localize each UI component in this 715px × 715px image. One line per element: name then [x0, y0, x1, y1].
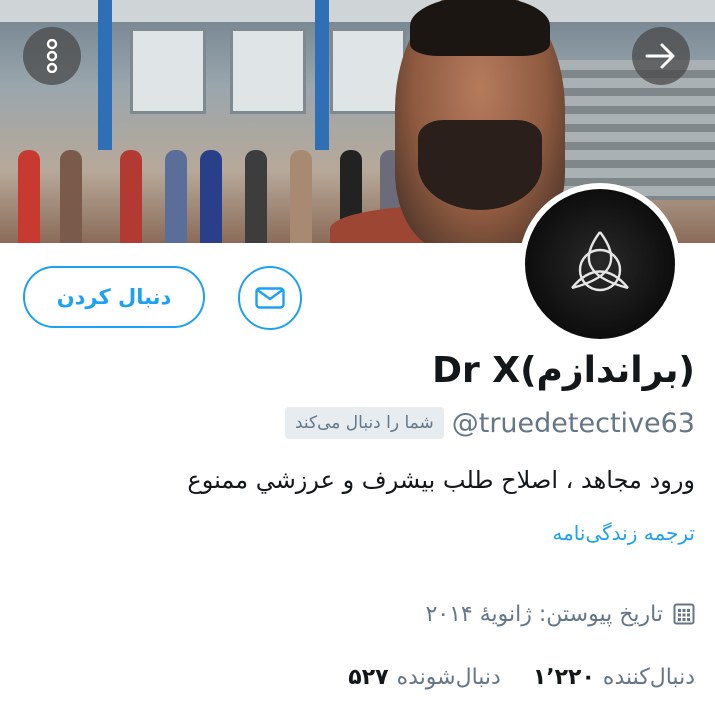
followers-count: ۱٬۲۲۰ [532, 664, 595, 690]
calendar-icon [673, 603, 695, 625]
followers-label: دنبال‌کننده [602, 664, 695, 690]
following-count: ۵۲۷ [348, 664, 389, 690]
banner-person [200, 150, 222, 243]
following-label: دنبال‌شونده [396, 664, 501, 690]
bio: ورود مجاهد ، اصلاح طلب بیشرف و عرزشي ممن… [187, 466, 695, 494]
join-date-text: تاریخ پیوستن: ژانویهٔ ۲۰۱۴ [425, 601, 663, 627]
next-button[interactable] [632, 27, 690, 85]
triquetra-icon [571, 231, 629, 292]
avatar-image [525, 189, 675, 339]
translate-bio-link[interactable]: ترجمه زندگی‌نامه [552, 521, 695, 545]
more-options-button[interactable] [23, 27, 81, 85]
banner-person [120, 150, 142, 243]
banner-person [18, 150, 40, 243]
envelope-icon [255, 287, 285, 309]
banner-beard [418, 120, 542, 210]
handle-row: @truedetective63 شما را دنبال می‌کند [284, 403, 695, 443]
following-stat[interactable]: ۵۲۷ دنبال‌شونده [348, 665, 501, 690]
banner-pillar [98, 0, 112, 150]
display-name: Dr X(براندازم) [432, 350, 695, 391]
more-vertical-icon [46, 39, 58, 73]
banner-person [290, 150, 312, 243]
banner-person [60, 150, 82, 243]
join-date: تاریخ پیوستن: ژانویهٔ ۲۰۱۴ [425, 597, 695, 631]
banner-person [245, 150, 267, 243]
followers-stat[interactable]: ۱٬۲۲۰ دنبال‌کننده [533, 665, 695, 690]
username: @truedetective63 [451, 407, 695, 439]
arrow-right-icon [645, 43, 675, 69]
banner-window [130, 28, 206, 114]
message-button[interactable] [238, 266, 302, 330]
banner-person [165, 150, 187, 243]
banner-window [230, 28, 306, 114]
follows-you-badge: شما را دنبال می‌کند [284, 407, 444, 439]
follow-stats: ۵۲۷ دنبال‌شونده ۱٬۲۲۰ دنبال‌کننده [348, 660, 695, 694]
follow-button[interactable]: دنبال کردن [23, 266, 205, 328]
avatar[interactable] [519, 183, 681, 345]
banner-pillar [315, 0, 329, 150]
banner-hair [410, 0, 550, 56]
